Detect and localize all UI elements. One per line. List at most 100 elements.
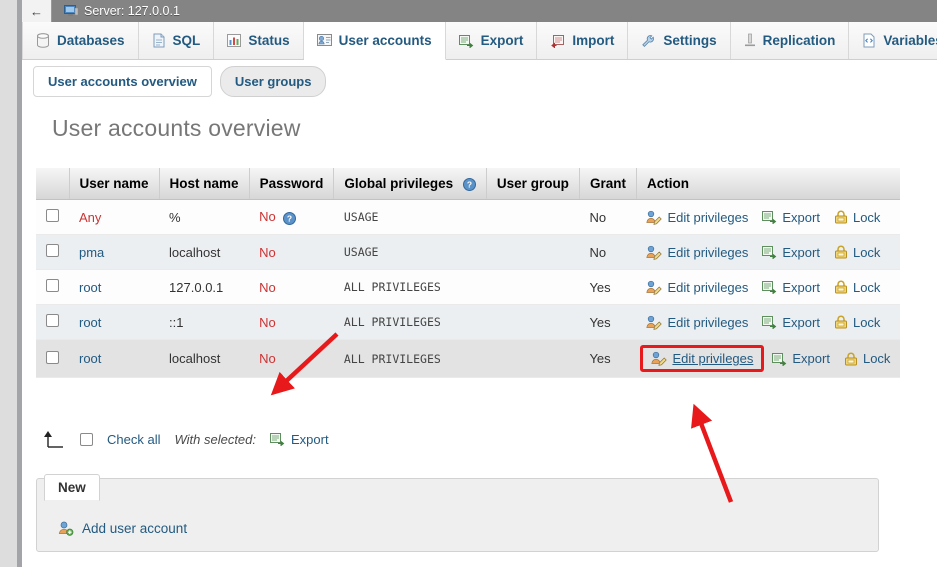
table-row[interactable]: root::1 No ALL PRIVILEGES Yes Edit privilege… (36, 304, 901, 340)
user-name-value[interactable]: Any (79, 210, 101, 225)
tab-status[interactable]: Status (214, 22, 304, 59)
edit-privileges-button[interactable]: Edit privileges (646, 245, 748, 260)
user-name-cell: root (69, 304, 160, 340)
password-cell: No (249, 304, 334, 340)
global-privileges-value: ALL PRIVILEGES (343, 351, 441, 366)
password-cell: No? (249, 199, 334, 235)
column-header-user-name[interactable]: User name (69, 168, 160, 200)
lock-button[interactable]: Lock (834, 315, 880, 330)
tab-label: Settings (663, 33, 717, 48)
subtab-user-accounts-overview[interactable]: User accounts overview (33, 65, 212, 97)
tab-label: SQL (172, 33, 201, 48)
check-all-checkbox[interactable] (80, 432, 93, 446)
lock-button[interactable]: Lock (834, 245, 880, 260)
arrow-up-left-icon[interactable] (40, 430, 66, 448)
tab-label: Status (248, 33, 290, 48)
lock-button[interactable]: Lock (834, 210, 880, 225)
tab-user-accounts[interactable]: User accounts (303, 22, 446, 60)
back-arrow-icon: ← (30, 3, 43, 19)
password-cell: No (249, 339, 334, 378)
global-privileges-cell: ALL PRIVILEGES (333, 269, 487, 305)
column-header-grant[interactable]: Grant (579, 168, 637, 200)
edit-privileges-button[interactable]: Edit privileges (646, 210, 748, 225)
grant-cell: Yes (579, 304, 637, 340)
lock-label: Lock (862, 351, 891, 366)
edit-privileges-button[interactable]: Edit privileges (646, 315, 748, 330)
table-row[interactable]: Any% No? USAGE No Edit privileges Export Lock (36, 199, 901, 235)
help-icon[interactable]: ? (282, 211, 296, 225)
export-label: Export (782, 279, 820, 295)
action-cell: Edit privileges Export Lock (636, 234, 901, 270)
export-button[interactable]: Export (762, 315, 820, 330)
host-name-cell: % (159, 199, 250, 235)
subtab-user-groups[interactable]: User groups (219, 65, 327, 97)
host-name-value: % (169, 209, 181, 225)
edit-privileges-icon (646, 280, 663, 295)
edit-privileges-icon (646, 315, 663, 330)
global-privileges-cell: USAGE (333, 199, 487, 235)
back-button[interactable]: ← (22, 0, 52, 22)
lock-label: Lock (852, 314, 881, 330)
host-name-cell: 127.0.0.1 (159, 269, 250, 305)
tab-settings[interactable]: Settings (628, 22, 731, 59)
grant-value: Yes (589, 279, 611, 295)
lock-button[interactable]: Lock (834, 280, 880, 295)
password-value: No (259, 279, 276, 295)
add-user-account-button[interactable]: Add user account (58, 521, 187, 536)
check-all-label[interactable]: Check all (107, 432, 160, 447)
tab-databases[interactable]: Databases (22, 22, 139, 59)
column-header-action: Action (636, 168, 901, 200)
replication-icon (744, 33, 756, 48)
edit-privileges-icon (646, 245, 663, 260)
tab-replication[interactable]: Replication (730, 22, 850, 59)
help-icon[interactable]: ? (462, 177, 476, 191)
user-name-value[interactable]: pma (79, 245, 104, 260)
global-privileges-value: USAGE (343, 245, 379, 259)
edit-privileges-button-highlighted[interactable]: Edit privileges (640, 345, 765, 372)
user-name-cell: root (69, 269, 160, 305)
host-name-cell: ::1 (159, 304, 250, 340)
action-cell: Edit privileges Export Lock (636, 339, 901, 378)
variables-icon (862, 33, 876, 48)
tab-sql[interactable]: SQL (138, 22, 215, 59)
import-icon (550, 34, 565, 49)
tab-label: Variables (883, 33, 937, 48)
row-checkbox[interactable] (46, 244, 59, 257)
export-button[interactable]: Export (762, 210, 820, 225)
user-name-value[interactable]: root (79, 280, 101, 295)
column-header-host-name[interactable]: Host name (159, 168, 250, 200)
phpmyadmin-page: ← Server: 127.0.0.1 Databases SQL Status… (0, 0, 937, 567)
row-checkbox[interactable] (46, 314, 59, 327)
user-name-cell: Any (69, 199, 160, 235)
user-name-value[interactable]: root (79, 351, 101, 366)
export-button[interactable]: Export (762, 280, 820, 295)
tab-variables[interactable]: Variables (849, 22, 937, 59)
user-name-value[interactable]: root (79, 315, 101, 330)
export-button[interactable]: Export (762, 245, 820, 260)
row-checkbox[interactable] (46, 279, 59, 292)
row-checkbox[interactable] (46, 209, 59, 222)
footer-export-button[interactable]: Export (270, 432, 329, 447)
tab-export[interactable]: Export (445, 22, 538, 59)
lock-button[interactable]: Lock (844, 351, 890, 366)
column-header-global-privileges[interactable]: Global privileges ? (333, 168, 487, 200)
column-header-password[interactable]: Password (249, 168, 335, 200)
table-row[interactable]: root localhost No ALL PRIVILEGES Yes Edit pri… (36, 339, 901, 378)
edit-privileges-label: Edit privileges (667, 314, 749, 330)
table-row[interactable]: root 127.0.0.1 No ALL PRIVILEGES Yes Edit pri… (36, 269, 901, 305)
tab-label: User accounts (338, 33, 432, 48)
lock-icon (834, 280, 848, 294)
new-panel-tab[interactable]: New (44, 474, 100, 501)
user-name-cell: root (69, 339, 160, 378)
host-name-cell: localhost (159, 234, 250, 270)
row-checkbox[interactable] (46, 350, 59, 364)
export-button[interactable]: Export (772, 351, 830, 367)
user-accounts-table-wrapper: User name Host name Password Global priv… (36, 168, 901, 378)
row-select-cell (36, 304, 69, 340)
user-group-cell (486, 269, 580, 305)
tab-import[interactable]: Import (537, 22, 629, 59)
table-row[interactable]: pma localhost No USAGE No Edit privileges Expo… (36, 234, 901, 270)
column-header-user-group[interactable]: User group (486, 168, 580, 200)
edit-privileges-button[interactable]: Edit privileges (646, 280, 748, 295)
table-body: Any% No? USAGE No Edit privileges Export Lock p… (36, 199, 901, 378)
